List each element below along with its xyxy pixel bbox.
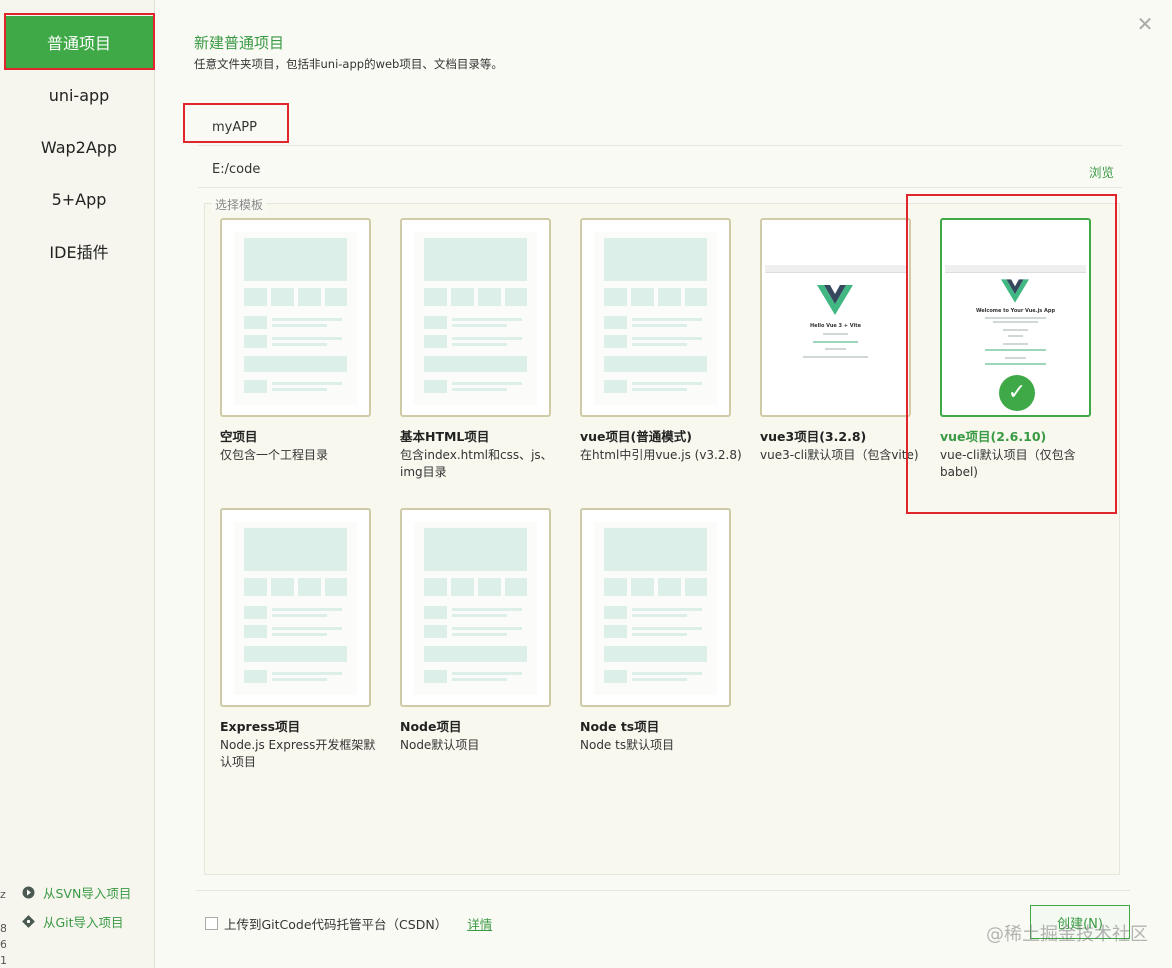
template-desc: vue-cli默认项目（仅包含babel) (940, 448, 1076, 479)
import-git-label: 从Git导入项目 (43, 915, 124, 930)
template-desc: 仅包含一个工程目录 (220, 448, 329, 462)
project-name-input[interactable] (212, 120, 1062, 135)
template-desc: 包含index.html和css、js、img目录 (400, 448, 553, 479)
template-name: vue3项目(3.2.8) (760, 429, 867, 444)
sidebar-item-label: 5+App (51, 189, 107, 209)
template-desc: 在html中引用vue.js (v3.2.8) (580, 448, 742, 462)
vue-logo-icon (817, 285, 853, 315)
upload-checkbox[interactable] (205, 917, 218, 930)
sidebar-item-wap2app[interactable]: Wap2App (4, 121, 154, 173)
template-thumbnail[interactable] (220, 218, 371, 417)
vue-app-preview: Hello Vue 3 + Vite (765, 265, 906, 373)
edge-glyph: z (0, 888, 6, 901)
browser-bar (765, 265, 906, 273)
wireframe-preview (234, 232, 357, 405)
template-desc: vue3-cli默认项目（包含vite) (760, 448, 919, 462)
import-git-link[interactable]: 从Git导入项目 (22, 912, 124, 931)
template-thumbnail[interactable]: Welcome to Your Vue.js App ✓ (940, 218, 1091, 417)
watermark: @稀土掘金技术社区 (986, 924, 1148, 945)
location-field: 浏览 (198, 150, 1122, 188)
template-desc: Node默认项目 (400, 738, 480, 752)
sidebar-item-5plus-app[interactable]: 5+App (4, 173, 154, 225)
location-input[interactable] (212, 162, 1062, 177)
template-desc: Node ts默认项目 (580, 738, 675, 752)
template-name: Node项目 (400, 719, 462, 734)
upload-label: 上传到GitCode代码托管平台（CSDN） (224, 917, 448, 932)
import-svn-link[interactable]: 从SVN导入项目 (22, 883, 131, 902)
edge-glyph: 6 (0, 938, 6, 951)
vue-app-preview: Welcome to Your Vue.js App (945, 265, 1086, 373)
sidebar-item-label: 普通项目 (46, 34, 111, 53)
import-svn-label: 从SVN导入项目 (43, 886, 132, 901)
template-name: Express项目 (220, 719, 301, 734)
wireframe-preview (414, 232, 537, 405)
preview-title: Hello Vue 3 + Vite (810, 323, 861, 329)
template-thumbnail[interactable] (220, 508, 371, 707)
template-group-legend: 选择模板 (212, 196, 267, 213)
project-name-field (198, 108, 1122, 146)
sidebar-item-label: IDE插件 (49, 243, 109, 262)
upload-option: 上传到GitCode代码托管平台（CSDN） 详情 (205, 914, 492, 933)
template-thumbnail[interactable] (580, 508, 731, 707)
template-desc: Node.js Express开发框架默认项目 (220, 738, 376, 769)
svn-icon (22, 886, 35, 899)
git-icon (22, 915, 35, 928)
selected-check-icon: ✓ (999, 375, 1035, 411)
sidebar-item-label: Wap2App (40, 137, 118, 157)
sidebar-item-normal-project[interactable]: 普通项目 (4, 16, 154, 68)
browse-button[interactable]: 浏览 (1089, 162, 1114, 181)
footer-divider (196, 890, 1130, 891)
sidebar-item-ide-plugin[interactable]: IDE插件 (4, 225, 154, 277)
page-title: 新建普通项目 (194, 34, 285, 52)
template-thumbnail[interactable]: Hello Vue 3 + Vite (760, 218, 911, 417)
template-name: 空项目 (220, 429, 258, 444)
preview-title: Welcome to Your Vue.js App (975, 308, 1056, 314)
wireframe-preview (234, 522, 357, 695)
template-name: 基本HTML项目 (400, 429, 490, 444)
browser-bar (945, 265, 1086, 273)
wireframe-preview (594, 232, 717, 405)
vue-logo-icon (1001, 279, 1029, 303)
template-thumbnail[interactable] (400, 218, 551, 417)
detail-link[interactable]: 详情 (467, 914, 492, 933)
sidebar: 普通项目 uni-app Wap2App 5+App IDE插件 从SVN导入项… (0, 0, 155, 968)
edge-glyph: 1 (0, 954, 6, 967)
template-thumbnail[interactable] (400, 508, 551, 707)
wireframe-preview (414, 522, 537, 695)
template-name: Node ts项目 (580, 719, 660, 734)
page-subtitle: 任意文件夹项目，包括非uni-app的web项目、文档目录等。 (194, 57, 503, 71)
template-thumbnail[interactable] (580, 218, 731, 417)
close-icon[interactable]: ✕ (1135, 14, 1155, 34)
wireframe-preview (594, 522, 717, 695)
template-name: vue项目(2.6.10) (940, 429, 1047, 444)
sidebar-item-label: uni-app (48, 85, 110, 105)
template-name: vue项目(普通模式) (580, 429, 692, 444)
sidebar-item-uni-app[interactable]: uni-app (4, 69, 154, 121)
edge-glyph: 8 (0, 922, 6, 935)
